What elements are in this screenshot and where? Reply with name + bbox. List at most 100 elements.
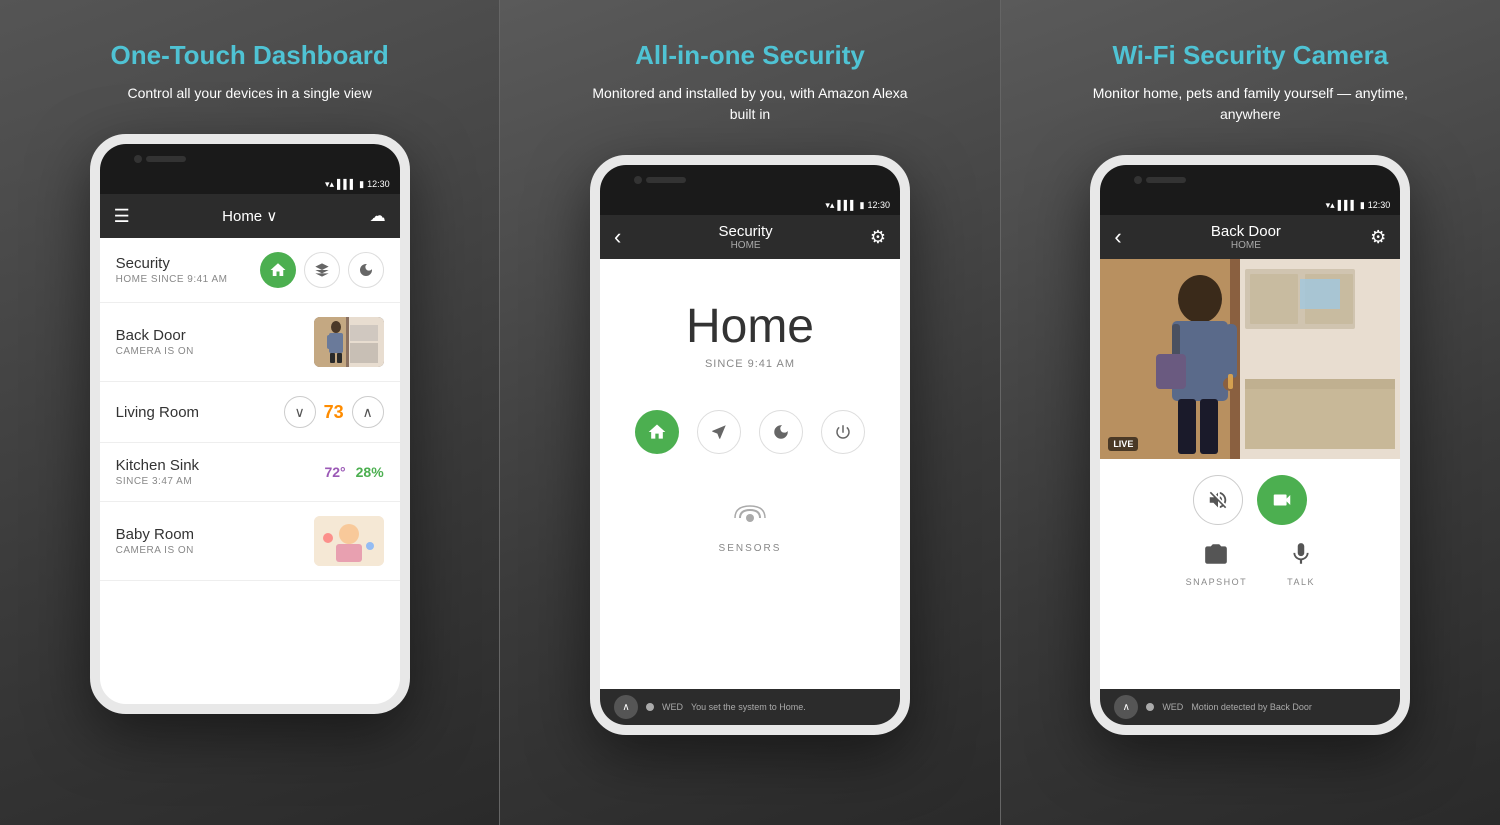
panel1-title: One-Touch Dashboard xyxy=(111,40,389,71)
phone1-status-bar: ▾▴ ▌▌▌ ▮ 12:30 xyxy=(100,174,400,194)
wifi-icon-2: ▾▴ xyxy=(825,200,834,211)
phone1-camera-dot xyxy=(134,155,142,163)
phone2-camera-dot xyxy=(634,176,642,184)
phone2-time: 12:30 xyxy=(867,200,890,210)
notif-dot-3 xyxy=(1146,703,1154,711)
temp-up-btn[interactable]: ∧ xyxy=(352,396,384,428)
talk-label: TALK xyxy=(1287,577,1315,587)
talk-action[interactable]: TALK xyxy=(1287,541,1315,587)
menu-icon[interactable]: ☰ xyxy=(114,206,130,227)
phone1-time: 12:30 xyxy=(367,179,390,189)
camera-controls-area: SNAPSHOT TALK xyxy=(1100,459,1400,603)
signal-icon: ▌▌▌ xyxy=(337,179,356,189)
phone3-notch xyxy=(1100,165,1400,195)
talk-icon xyxy=(1288,541,1314,573)
phone3-content: LIVE xyxy=(1100,259,1400,725)
cloud-icon[interactable]: ☁ xyxy=(370,206,386,226)
gear-icon-3[interactable]: ⚙ xyxy=(1370,227,1386,248)
kitchen-sub: SINCE 3:47 AM xyxy=(116,476,199,487)
notif-up-btn-3[interactable]: ∧ xyxy=(1114,695,1138,719)
temp-value: 73 xyxy=(324,402,344,423)
notif-up-btn[interactable]: ∧ xyxy=(614,695,638,719)
signal-icon-2: ▌▌▌ xyxy=(837,200,856,210)
backdoor-info: Back Door CAMERA IS ON xyxy=(116,327,194,357)
security-mode-label: Home xyxy=(686,299,814,354)
battery-icon-2: ▮ xyxy=(860,200,865,211)
list-item-security[interactable]: Security HOME SINCE 9:41 AM xyxy=(100,238,400,303)
wifi-icon: ▾▴ xyxy=(325,179,334,190)
phone-3: ▾▴ ▌▌▌ ▮ 12:30 ‹ Back Door HOME ⚙ xyxy=(1090,155,1410,735)
panel-dashboard: One-Touch Dashboard Control all your dev… xyxy=(0,0,499,825)
phone1-app-header: ☰ Home ∨ ☁ xyxy=(100,194,400,238)
night-mode-btn[interactable] xyxy=(348,252,384,288)
phone3-header-center: Back Door HOME xyxy=(1211,223,1281,251)
temp-down-btn[interactable]: ∨ xyxy=(284,396,316,428)
back-btn-2[interactable]: ‹ xyxy=(614,224,621,250)
phone3-app-header: ‹ Back Door HOME ⚙ xyxy=(1100,215,1400,259)
babyroom-title: Baby Room xyxy=(116,526,194,543)
list-item-kitchen[interactable]: Kitchen Sink SINCE 3:47 AM 72° 28% xyxy=(100,443,400,502)
panel-camera: Wi-Fi Security Camera Monitor home, pets… xyxy=(1001,0,1500,825)
mute-btn[interactable] xyxy=(1193,475,1243,525)
panel1-subtitle: Control all your devices in a single vie… xyxy=(127,83,371,104)
notif-text: You set the system to Home. xyxy=(691,702,806,712)
babyroom-info: Baby Room CAMERA IS ON xyxy=(116,526,194,556)
gear-icon-2[interactable]: ⚙ xyxy=(870,227,886,248)
phone2-status-bar: ▾▴ ▌▌▌ ▮ 12:30 xyxy=(600,195,900,215)
backdoor-title: Back Door xyxy=(116,327,194,344)
camera-action-buttons: SNAPSHOT TALK xyxy=(1186,541,1315,587)
battery-icon-3: ▮ xyxy=(1360,200,1365,211)
phone3-header-sub: HOME xyxy=(1231,240,1261,251)
list-item-backdoor[interactable]: Back Door CAMERA IS ON xyxy=(100,303,400,382)
babyroom-sub: CAMERA IS ON xyxy=(116,545,194,556)
back-btn-3[interactable]: ‹ xyxy=(1114,224,1121,250)
panel3-subtitle: Monitor home, pets and family yourself —… xyxy=(1090,83,1410,125)
panel3-title: Wi-Fi Security Camera xyxy=(1112,40,1388,71)
home-btn[interactable] xyxy=(635,410,679,454)
phone-1: ▾▴ ▌▌▌ ▮ 12:30 ☰ Home ∨ ☁ Security HOME … xyxy=(90,134,410,714)
security-mode-buttons xyxy=(260,252,384,288)
kitchen-humid: 28% xyxy=(356,464,384,480)
security-sub: HOME SINCE 9:41 AM xyxy=(116,274,228,285)
camera-live-feed[interactable]: LIVE xyxy=(1100,259,1400,459)
camera-view-screen: LIVE xyxy=(1100,259,1400,725)
kitchen-readings: 72° 28% xyxy=(324,464,383,480)
phone2-header-title: Security xyxy=(718,223,772,240)
sensors-area[interactable]: SENSORS xyxy=(719,504,782,554)
notif-day: WED xyxy=(662,702,683,712)
phone3-status-bar: ▾▴ ▌▌▌ ▮ 12:30 xyxy=(1100,195,1400,215)
livingroom-title: Living Room xyxy=(116,404,199,421)
away-mode-btn[interactable] xyxy=(304,252,340,288)
backdoor-camera-thumb[interactable] xyxy=(314,317,384,367)
camera-on-btn[interactable] xyxy=(1257,475,1307,525)
off-btn[interactable] xyxy=(821,410,865,454)
phone3-notif-bar: ∧ WED Motion detected by Back Door xyxy=(1100,689,1400,725)
notif-dot xyxy=(646,703,654,711)
sensors-icon xyxy=(732,504,768,539)
snapshot-icon xyxy=(1203,541,1229,573)
kitchen-temp: 72° xyxy=(324,464,345,480)
phone3-header-title: Back Door xyxy=(1211,223,1281,240)
phone1-notch xyxy=(100,144,400,174)
thermostat-controls: ∨ 73 ∧ xyxy=(284,396,384,428)
snapshot-label: SNAPSHOT xyxy=(1186,577,1248,587)
home-mode-btn[interactable] xyxy=(260,252,296,288)
away-btn[interactable] xyxy=(697,410,741,454)
phone1-header-title[interactable]: Home ∨ xyxy=(222,207,277,225)
security-title: Security xyxy=(116,255,228,272)
night-btn[interactable] xyxy=(759,410,803,454)
security-info: Security HOME SINCE 9:41 AM xyxy=(116,255,228,285)
phone2-header-center: Security HOME xyxy=(718,223,772,251)
snapshot-action[interactable]: SNAPSHOT xyxy=(1186,541,1248,587)
phone3-camera-dot xyxy=(1134,176,1142,184)
list-item-livingroom[interactable]: Living Room ∨ 73 ∧ xyxy=(100,382,400,443)
panel-security: All-in-one Security Monitored and instal… xyxy=(500,0,999,825)
camera-main-buttons xyxy=(1193,475,1307,525)
signal-icon-3: ▌▌▌ xyxy=(1338,200,1357,210)
phone2-notif-bar: ∧ WED You set the system to Home. xyxy=(600,689,900,725)
list-item-babyroom[interactable]: Baby Room CAMERA IS ON xyxy=(100,502,400,581)
battery-icon: ▮ xyxy=(359,179,364,190)
panel2-title: All-in-one Security xyxy=(635,40,865,71)
babyroom-thumb[interactable] xyxy=(314,516,384,566)
phone-2: ▾▴ ▌▌▌ ▮ 12:30 ‹ Security HOME ⚙ Home SI… xyxy=(590,155,910,735)
